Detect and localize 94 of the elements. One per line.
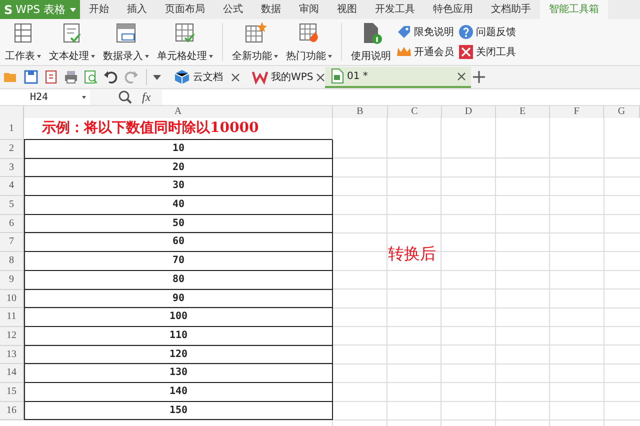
caret-icon [328,54,332,58]
tag-icon [396,24,412,40]
menu-tab[interactable]: 公式 [214,0,252,19]
document-tab[interactable]: 我的WPS [247,66,323,88]
row-header[interactable]: 16 [0,402,24,420]
caret-icon [82,96,86,98]
row-header[interactable]: 2 [0,140,24,159]
column-header[interactable]: G [604,106,640,118]
function-button[interactable]: fx [142,90,151,104]
caret-icon [37,54,41,58]
column-header[interactable]: F [550,106,604,118]
row-header[interactable]: 15 [0,382,24,402]
zoom-icon [118,90,132,104]
table-cell: 30 [24,177,333,196]
ribbon-link[interactable]: 关闭工具 [458,44,516,60]
table-cell: 110 [24,326,333,346]
caret-icon [274,54,278,58]
column-header[interactable]: B [333,106,388,118]
menu-tab[interactable]: 插入 [118,0,156,19]
menu-tab[interactable]: 开发工具 [366,0,424,19]
ribbon-button[interactable]: 文本处理 [46,21,98,63]
name-box[interactable]: H24 [0,90,90,104]
table-cell: 50 [24,214,333,234]
table-cell: 140 [24,382,333,402]
row-header[interactable]: 5 [0,196,24,215]
close-icon [231,72,240,82]
ribbon-button[interactable]: 数据录入 [100,21,152,63]
menu-tab[interactable]: 特色应用 [424,0,482,19]
row-header[interactable]: 1 [0,118,24,140]
column-header[interactable]: A [24,106,333,118]
close-icon [316,72,326,82]
app-logo: S [4,2,13,16]
save-icon[interactable] [23,69,39,85]
caret-icon [70,8,76,12]
table-cell: 120 [24,346,333,364]
table-cell: 40 [24,196,333,215]
row-header[interactable]: 10 [0,290,24,308]
ribbon-button[interactable]: 工作表 [2,21,44,63]
cube-icon [174,69,190,85]
menu-tab[interactable]: 开始 [80,0,118,19]
menu-tab[interactable]: 数据 [252,0,290,19]
menu-tab[interactable]: 视图 [328,0,366,19]
menu-tab[interactable]: 智能工具箱 [540,0,608,19]
caret-icon [91,54,95,58]
table-cell: 150 [24,402,333,420]
row-header[interactable]: 13 [0,346,24,364]
dropdown-icon[interactable] [153,74,161,80]
row-header[interactable]: 7 [0,233,24,252]
row-header[interactable]: 6 [0,214,24,234]
row-header[interactable]: 9 [0,270,24,290]
table-cell: 70 [24,252,333,271]
ribbon-button[interactable]: 全新功能 [229,21,281,63]
table-cell: 130 [24,364,333,383]
column-header[interactable]: E [496,106,550,118]
table-cell: 示例：将以下数值同时除以10000 [24,118,333,140]
row-header[interactable]: 3 [0,158,24,178]
caret-icon [145,54,149,58]
document-tab[interactable]: 云文档 [169,66,245,88]
ribbon-link[interactable]: 问题反馈 [458,24,516,40]
row-header[interactable]: 12 [0,326,24,346]
column-header[interactable]: D [442,106,496,118]
app-menu-button[interactable]: S WPS 表格 [0,0,80,19]
row-header[interactable]: 8 [0,252,24,271]
menu-tab[interactable]: 审阅 [290,0,328,19]
export-icon[interactable] [43,69,59,85]
row-header[interactable]: 14 [0,364,24,383]
ribbon-link[interactable]: 限免说明 [396,24,454,40]
table-cell: 80 [24,270,333,290]
cell-text: 转换后 [388,244,436,265]
help-icon [458,24,474,40]
menu-tab[interactable]: 页面布局 [156,0,214,19]
close-icon [457,72,466,80]
table-cell: 20 [24,158,333,178]
app-title: WPS 表格 [16,2,66,17]
document-tab[interactable]: 01 * [325,66,471,88]
ribbon-button[interactable]: 使用说明 [348,21,394,63]
column-header[interactable]: C [388,106,442,118]
plus-icon [473,71,485,83]
row-header[interactable]: 4 [0,177,24,196]
w-logo-icon [252,69,268,85]
table-cell: 90 [24,290,333,308]
ribbon-link[interactable]: 开通会员 [396,44,454,60]
ribbon-button[interactable]: 热门功能 [283,21,335,63]
formula-input[interactable] [162,90,640,104]
print-icon[interactable] [63,69,79,85]
close-icon [458,44,474,60]
undo-icon[interactable] [103,69,119,85]
table-cell: 100 [24,308,333,327]
menu-tab[interactable]: 文档助手 [482,0,540,19]
row-header[interactable]: 11 [0,308,24,327]
ribbon-button[interactable]: 单元格处理 [154,21,216,63]
table-cell: 60 [24,233,333,252]
caret-icon [209,54,213,58]
table-cell: 10 [24,140,333,159]
